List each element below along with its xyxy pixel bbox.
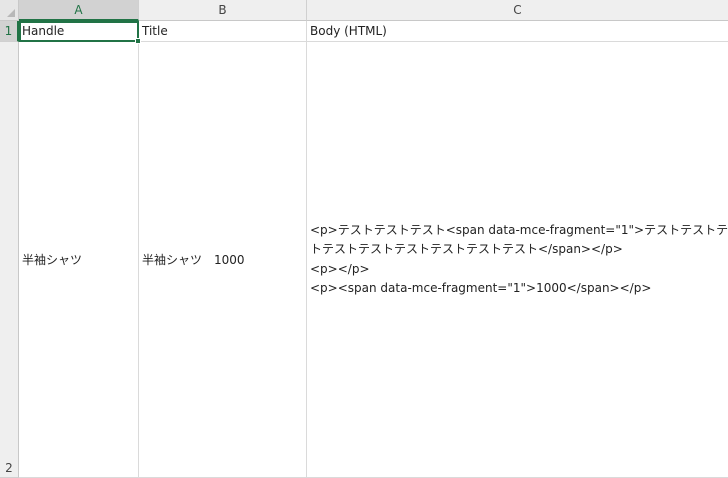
cell-c2[interactable]: <p>テストテストテスト<span data-mce-fragment="1">… bbox=[307, 42, 728, 478]
column-header-b[interactable]: B bbox=[139, 0, 307, 21]
spreadsheet: A B C 1 2 Handle Title Body (HTML) 半袖シャツ… bbox=[0, 0, 728, 478]
cell-b2-value: 半袖シャツ 1000 bbox=[142, 253, 245, 267]
cell-b2[interactable]: 半袖シャツ 1000 bbox=[139, 42, 307, 478]
body-line: トテストテストテストテストテストテスト</span></p> bbox=[310, 242, 623, 256]
select-all-button[interactable] bbox=[0, 0, 19, 21]
body-line: <p>テストテストテスト<span data-mce-fragment="1">… bbox=[310, 222, 728, 237]
body-line: <p></p> bbox=[310, 261, 370, 276]
column-header-a[interactable]: A bbox=[19, 0, 139, 21]
body-line: <p><span data-mce-fragment="1">1000</spa… bbox=[310, 281, 652, 295]
column-header-c[interactable]: C bbox=[307, 0, 728, 21]
cell-b1[interactable]: Title bbox=[139, 21, 307, 42]
cell-a1[interactable]: Handle bbox=[19, 21, 139, 42]
cell-a2[interactable]: 半袖シャツ bbox=[19, 42, 139, 478]
cell-a2-value: 半袖シャツ bbox=[22, 253, 83, 267]
row-header-2-label: 2 bbox=[5, 461, 13, 475]
row-header-1[interactable]: 1 bbox=[0, 21, 19, 42]
cell-c1[interactable]: Body (HTML) bbox=[307, 21, 728, 42]
fill-handle[interactable] bbox=[135, 38, 141, 44]
row-header-2[interactable]: 2 bbox=[0, 42, 19, 478]
cell-c2-value: <p>テストテストテスト<span data-mce-fragment="1">… bbox=[310, 221, 728, 299]
